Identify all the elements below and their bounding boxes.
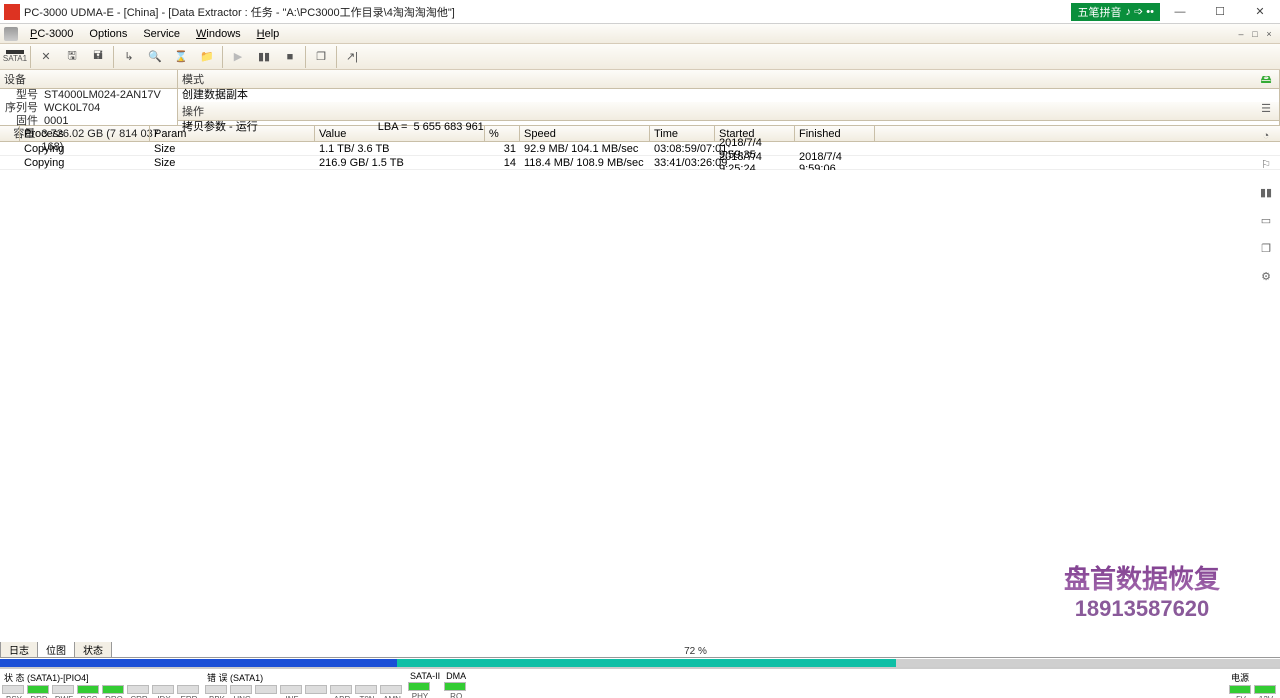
device-serial: WCK0L704 — [38, 102, 100, 115]
right-stack-icon[interactable]: ☰ — [1256, 98, 1276, 118]
menu-options[interactable]: Options — [81, 26, 135, 42]
window-icon[interactable]: ❐ — [309, 46, 333, 68]
grid-row[interactable]: Copying Size 216.9 GB/ 1.5 TB 14 118.4 M… — [0, 156, 1280, 170]
col-value[interactable]: Value — [315, 126, 485, 141]
right-pause-icon[interactable]: ▮▮ — [1256, 182, 1276, 202]
col-time[interactable]: Time — [650, 126, 715, 141]
minimize-button[interactable]: — — [1160, 6, 1200, 18]
led-dwf: DWF — [52, 685, 76, 698]
led-err: ERR — [177, 685, 201, 698]
led-abr: ABR — [330, 685, 354, 698]
right-toolbar: 🖴 ☰ ◔ ⚐ ▮▮ ▭ ❐ ⚙ — [1252, 70, 1280, 286]
status-group-sata2: SATA-II PHY — [408, 671, 440, 698]
pause-button[interactable]: ▮▮ — [252, 46, 276, 68]
led-drd: DRD — [27, 685, 51, 698]
disk1-icon[interactable]: 🖫 — [60, 46, 84, 68]
folder-icon[interactable]: 📁 — [195, 46, 219, 68]
col-process[interactable]: Process — [20, 126, 150, 141]
hourglass-icon[interactable]: ⌛ — [169, 46, 193, 68]
mdi-minimize[interactable]: – — [1234, 29, 1248, 39]
tab-bitmap[interactable]: 位图 — [37, 641, 75, 657]
disk2-icon[interactable]: 🖬 — [86, 46, 110, 68]
mode-value: 创建数据副本 — [182, 89, 248, 102]
led-bsy: BSY — [2, 685, 26, 698]
progress-label: 72 % — [111, 646, 1280, 657]
ime-name: 五笔拼音 — [1077, 4, 1121, 20]
led-amn: AMN — [380, 685, 404, 698]
led-blank — [305, 685, 329, 698]
led-phy: PHY — [408, 682, 432, 698]
col-finished[interactable]: Finished — [795, 126, 875, 141]
right-settings-icon[interactable]: ⚙ — [1256, 266, 1276, 286]
maximize-button[interactable]: ☐ — [1200, 5, 1240, 18]
ime-indicator[interactable]: 五笔拼音 ♪ ➩ •• — [1071, 3, 1160, 21]
menu-pc3000[interactable]: PC-3000 — [22, 26, 81, 42]
bottom-tabs: 日志 位图 状态 72 % — [0, 642, 1280, 658]
led-12v: 12V — [1254, 685, 1278, 698]
tools-icon[interactable]: ✕ — [34, 46, 58, 68]
device-model: ST4000LM024-2AN17V — [38, 89, 161, 102]
led-blank — [255, 685, 279, 698]
window-title: PC-3000 UDMA-E - [China] - [Data Extract… — [24, 4, 1071, 20]
led-rq: RQ — [444, 682, 468, 698]
right-flag-icon[interactable]: ⚐ — [1256, 154, 1276, 174]
main-area: 盘首数据恢复 18913587620 — [0, 170, 1280, 642]
close-button[interactable]: ✕ — [1240, 5, 1280, 18]
toolbar: SATA1 ✕ 🖫 🖬 ↳ 🔍 ⌛ 📁 ▶ ▮▮ ■ ❐ ↗| — [0, 44, 1280, 70]
mdi-close[interactable]: × — [1262, 29, 1276, 39]
led-bbk: BBK — [205, 685, 229, 698]
led-idx: IDX — [152, 685, 176, 698]
col-percent[interactable]: % — [485, 126, 520, 141]
tab-status[interactable]: 状态 — [74, 641, 112, 657]
led-drq: DRQ — [102, 685, 126, 698]
col-speed[interactable]: Speed — [520, 126, 650, 141]
right-window-icon[interactable]: ❐ — [1256, 238, 1276, 258]
right-chip-icon[interactable]: ▭ — [1256, 210, 1276, 230]
play-button[interactable]: ▶ — [226, 46, 250, 68]
titlebar: PC-3000 UDMA-E - [China] - [Data Extract… — [0, 0, 1280, 24]
exit-icon[interactable]: ↗| — [340, 46, 364, 68]
app-menu-icon — [4, 27, 18, 41]
info-panel: 设备 型号ST4000LM024-2AN17V 序列号WCK0L704 固件00… — [0, 70, 1280, 126]
mdi-maximize[interactable]: □ — [1248, 29, 1262, 39]
led-inf: INF — [280, 685, 304, 698]
led-unc: UNC — [230, 685, 254, 698]
watermark: 盘首数据恢复 18913587620 — [1064, 559, 1220, 622]
led-crr: CRR — [127, 685, 151, 698]
stop-button[interactable]: ■ — [278, 46, 302, 68]
menu-windows[interactable]: Windows — [188, 26, 249, 42]
menu-service[interactable]: Service — [135, 26, 188, 42]
sata-selector[interactable]: SATA1 — [3, 46, 27, 68]
status-bar: 状 态 (SATA1)-[PIO4] BSYDRDDWFDSCDRQCRRIDX… — [0, 668, 1280, 698]
col-param[interactable]: Param — [150, 126, 315, 141]
bitmap-strip[interactable] — [0, 658, 1280, 668]
status-group-error: 错 误 (SATA1) BBKUNCINFABRT0NAMN — [205, 671, 404, 698]
status-group-dma: DMA RQ — [444, 671, 468, 698]
op-header: 操作 — [178, 102, 1279, 121]
tab-log[interactable]: 日志 — [0, 641, 38, 657]
nav-icon[interactable]: ↳ — [117, 46, 141, 68]
device-header: 设备 — [0, 70, 177, 89]
mode-header: 模式 — [178, 70, 1279, 89]
menubar: PC-3000 Options Service Windows Help – □… — [0, 24, 1280, 44]
led-5v: 5V — [1229, 685, 1253, 698]
led-t0n: T0N — [355, 685, 379, 698]
right-disk-icon[interactable]: 🖴 — [1256, 70, 1276, 90]
menu-help[interactable]: Help — [249, 26, 288, 42]
led-dsc: DSC — [77, 685, 101, 698]
grid-row[interactable]: Copying Size 1.1 TB/ 3.6 TB 31 92.9 MB/ … — [0, 142, 1280, 156]
status-group-power: 电源 5V12V — [1229, 671, 1278, 698]
right-clock-icon[interactable]: ◔ — [1256, 126, 1276, 146]
app-icon — [4, 4, 20, 20]
status-group-sata: 状 态 (SATA1)-[PIO4] BSYDRDDWFDSCDRQCRRIDX… — [2, 671, 201, 698]
search-icon[interactable]: 🔍 — [143, 46, 167, 68]
